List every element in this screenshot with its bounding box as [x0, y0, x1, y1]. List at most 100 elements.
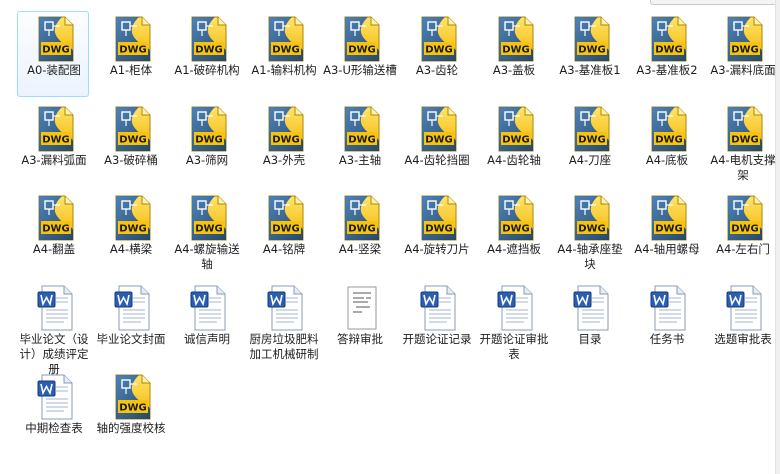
file-name-label: A0-装配图	[27, 63, 81, 77]
file-name-label: 毕业论文封面	[96, 332, 166, 346]
file-item[interactable]: DWG 轴的强度校核	[94, 369, 166, 455]
autocad-dwg-file-icon: DWG	[36, 15, 76, 63]
file-name-label: 厨房垃圾肥料加工机械研制	[249, 332, 319, 361]
svg-text:DWG: DWG	[425, 224, 453, 235]
file-item[interactable]: DWG A3-破碎桶	[94, 101, 166, 187]
autocad-dwg-file-icon: DWG	[189, 105, 229, 153]
file-name-label: A4-旋转刀片	[404, 242, 470, 256]
file-name-label: A3-漏料弧面	[21, 153, 87, 167]
file-item[interactable]: DWG A4-轴承座垫块	[553, 190, 625, 276]
file-name-label: A4-螺旋输送轴	[174, 242, 240, 271]
autocad-dwg-file-icon: DWG	[725, 105, 765, 153]
autocad-dwg-file-icon: DWG	[113, 15, 153, 63]
file-item[interactable]: DWG A4-铭牌	[247, 190, 319, 276]
file-item[interactable]: DWG A4-刀座	[553, 101, 625, 187]
file-name-label: A4-翻盖	[32, 242, 76, 256]
file-item[interactable]: DWG A4-左右门	[706, 190, 778, 276]
file-name-label: A3-基准板2	[636, 63, 698, 77]
word-document-icon	[189, 284, 229, 332]
svg-text:DWG: DWG	[502, 224, 530, 235]
file-item[interactable]: DWG A3-主轴	[323, 101, 395, 187]
file-item[interactable]: DWG A4-齿轮挡圈	[400, 101, 472, 187]
file-name-label: 诚信声明	[184, 332, 230, 346]
file-item[interactable]: DWG A4-轴用螺母	[630, 190, 702, 276]
file-item[interactable]: DWG A3-齿轮	[400, 11, 472, 97]
file-name-label: A4-刀座	[568, 153, 612, 167]
file-name-label: A4-轴用螺母	[634, 242, 700, 256]
svg-text:DWG: DWG	[42, 135, 70, 146]
file-item[interactable]: 开题论证记录	[400, 280, 472, 366]
file-explorer-view[interactable]: DWG A0-装配图 DWG A1-柜体 DWG A1-破碎机构 DWG A1-…	[0, 0, 780, 474]
file-name-label: A3-漏料底面	[710, 63, 776, 77]
autocad-dwg-file-icon: DWG	[113, 373, 153, 421]
autocad-dwg-file-icon: DWG	[496, 15, 536, 63]
svg-text:DWG: DWG	[578, 224, 606, 235]
file-item[interactable]: DWG A4-遮挡板	[477, 190, 549, 276]
file-item[interactable]: DWG A4-电机支撑架	[706, 101, 778, 187]
file-item[interactable]: DWG A1-输料机构	[247, 11, 319, 97]
file-name-label: 目录	[578, 332, 602, 346]
autocad-dwg-file-icon: DWG	[649, 105, 689, 153]
file-name-label: A1-输料机构	[251, 63, 317, 77]
svg-text:DWG: DWG	[655, 224, 683, 235]
file-item[interactable]: DWG A3-漏料弧面	[17, 101, 89, 187]
file-name-label: A3-筛网	[185, 153, 229, 167]
autocad-dwg-file-icon: DWG	[342, 194, 382, 242]
file-item[interactable]: 目录	[553, 280, 625, 366]
svg-text:DWG: DWG	[42, 45, 70, 56]
file-item[interactable]: DWG A3-盖板	[477, 11, 549, 97]
svg-text:DWG: DWG	[272, 45, 300, 56]
word-document-icon	[572, 284, 612, 332]
file-item[interactable]: 任务书	[630, 280, 702, 366]
file-name-label: 答辩审批	[337, 332, 383, 346]
file-name-label: A4-底板	[645, 153, 689, 167]
file-item[interactable]: DWG A4-翻盖	[17, 190, 89, 276]
file-item[interactable]: DWG A4-底板	[630, 101, 702, 187]
autocad-dwg-file-icon: DWG	[36, 105, 76, 153]
autocad-dwg-file-icon: DWG	[113, 194, 153, 242]
file-item[interactable]: 毕业论文（设计）成绩评定册	[17, 280, 89, 376]
svg-text:DWG: DWG	[119, 45, 147, 56]
file-item[interactable]: 诚信声明	[170, 280, 242, 366]
file-item[interactable]: DWG A3-筛网	[170, 101, 242, 187]
svg-text:DWG: DWG	[348, 45, 376, 56]
file-item[interactable]: DWG A4-横梁	[94, 190, 166, 276]
file-item[interactable]: 毕业论文封面	[94, 280, 166, 366]
svg-text:DWG: DWG	[731, 224, 759, 235]
svg-text:DWG: DWG	[731, 135, 759, 146]
file-name-label: A4-横梁	[109, 242, 153, 256]
file-item[interactable]: DWG A4-竖梁	[323, 190, 395, 276]
file-item[interactable]: DWG A3-漏料底面	[706, 11, 778, 97]
svg-text:DWG: DWG	[731, 45, 759, 56]
svg-text:DWG: DWG	[195, 135, 223, 146]
file-item[interactable]: 选题审批表	[706, 280, 778, 366]
svg-text:DWG: DWG	[195, 224, 223, 235]
file-item[interactable]: 答辩审批	[323, 280, 395, 366]
autocad-dwg-file-icon: DWG	[572, 15, 612, 63]
file-item[interactable]: 开题论证审批表	[477, 280, 549, 366]
autocad-dwg-file-icon: DWG	[266, 194, 306, 242]
word-document-icon	[419, 284, 459, 332]
autocad-dwg-file-icon: DWG	[419, 194, 459, 242]
file-item[interactable]: DWG A4-齿轮轴	[477, 101, 549, 187]
autocad-dwg-file-icon: DWG	[572, 105, 612, 153]
file-item[interactable]: DWG A3-基准板2	[630, 11, 702, 97]
file-item[interactable]: DWG A1-柜体	[94, 11, 166, 97]
autocad-dwg-file-icon: DWG	[189, 15, 229, 63]
file-item[interactable]: DWG A1-破碎机构	[170, 11, 242, 97]
file-name-label: 任务书	[649, 332, 685, 346]
file-item[interactable]: DWG A3-基准板1	[553, 11, 625, 97]
file-item[interactable]: DWG A3-U形输送槽	[323, 11, 397, 97]
autocad-dwg-file-icon: DWG	[189, 194, 229, 242]
file-item[interactable]: DWG A0-装配图	[17, 11, 89, 97]
file-name-label: A3-外壳	[262, 153, 306, 167]
svg-text:DWG: DWG	[425, 135, 453, 146]
file-item[interactable]: DWG A4-螺旋输送轴	[170, 190, 242, 276]
file-item[interactable]: 中期检查表	[17, 369, 89, 455]
file-item[interactable]: DWG A4-旋转刀片	[400, 190, 472, 276]
scanned-document-icon	[342, 284, 382, 332]
file-name-label: 轴的强度校核	[96, 421, 166, 435]
word-document-icon	[725, 284, 765, 332]
file-item[interactable]: DWG A3-外壳	[247, 101, 319, 187]
file-item[interactable]: 厨房垃圾肥料加工机械研制	[247, 280, 319, 366]
